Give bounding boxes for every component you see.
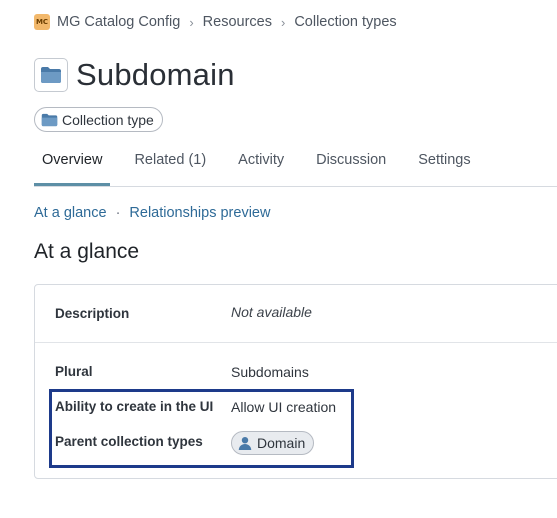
- collection-type-badge[interactable]: Collection type: [34, 107, 163, 132]
- tab-settings[interactable]: Settings: [418, 143, 470, 185]
- anchor-at-a-glance[interactable]: At a glance: [34, 205, 107, 221]
- chevron-right-icon: ›: [280, 14, 286, 30]
- section-anchor-links: At a glance · Relationships preview: [34, 205, 270, 221]
- tab-related[interactable]: Related (1): [134, 143, 206, 185]
- section-heading: At a glance: [34, 240, 140, 263]
- card-divider: [35, 342, 557, 343]
- catalog-logo-icon: MC: [34, 14, 50, 30]
- breadcrumb: MC MG Catalog Config › Resources › Colle…: [34, 14, 397, 30]
- plural-value: Subdomains: [231, 364, 309, 380]
- breadcrumb-item-resources[interactable]: Resources: [203, 14, 272, 30]
- tab-discussion[interactable]: Discussion: [316, 143, 386, 185]
- tab-bar: Overview Related (1) Activity Discussion…: [34, 143, 557, 187]
- page-header: Subdomain: [34, 57, 235, 93]
- description-label: Description: [55, 306, 130, 321]
- plural-label: Plural: [55, 364, 93, 379]
- collection-type-label: Collection type: [62, 111, 154, 128]
- page-title: Subdomain: [76, 57, 235, 92]
- anchor-relationships-preview[interactable]: Relationships preview: [129, 205, 270, 221]
- separator-dot: ·: [115, 205, 121, 221]
- breadcrumb-item-catalog[interactable]: MG Catalog Config: [57, 14, 180, 30]
- breadcrumb-item-collection-types[interactable]: Collection types: [294, 14, 396, 30]
- folder-icon: [41, 113, 58, 126]
- description-value: Not available: [231, 304, 312, 320]
- tab-activity[interactable]: Activity: [238, 143, 284, 185]
- chevron-right-icon: ›: [189, 14, 194, 30]
- highlight-box: [49, 389, 354, 468]
- tab-overview[interactable]: Overview: [34, 143, 111, 186]
- folder-icon: [34, 58, 68, 92]
